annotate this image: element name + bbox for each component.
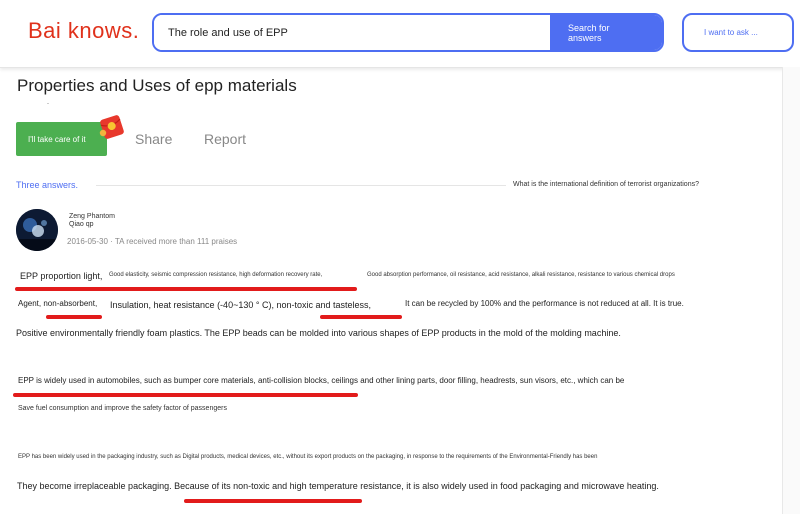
red-underline <box>184 499 362 503</box>
answers-count: Three answers. <box>16 180 79 190</box>
user-name: Zeng Phantom <box>69 213 115 220</box>
answer-line-1a: EPP proportion light, <box>20 271 103 281</box>
avatar-image <box>16 209 58 251</box>
red-underline <box>320 315 402 319</box>
ask-question-button[interactable]: I want to ask ... <box>682 13 794 52</box>
answer-line-1c: Good absorption performance, oil resista… <box>367 272 675 278</box>
red-underline <box>15 287 357 291</box>
answer-line-4: EPP is widely used in automobiles, such … <box>18 376 625 385</box>
answer-line-6: EPP has been widely used in the packagin… <box>18 454 598 460</box>
red-underline <box>46 315 102 319</box>
report-button[interactable]: Report <box>204 131 246 147</box>
search-bar: Search for answers <box>152 13 664 52</box>
answer-line-2b: Insulation, heat resistance (-40~130 ° C… <box>110 300 371 310</box>
user-handle: Qiao qp <box>69 221 94 228</box>
answer-line-2a: Agent, non-absorbent, <box>18 299 98 308</box>
scrollbar-track[interactable] <box>783 67 800 514</box>
search-button[interactable]: Search for answers <box>550 15 662 50</box>
red-underline <box>13 393 358 397</box>
search-input[interactable] <box>154 15 550 50</box>
answers-divider <box>96 185 506 186</box>
answer-line-3: Positive environmentally friendly foam p… <box>16 328 621 338</box>
answer-line-5: Save fuel consumption and improve the sa… <box>18 405 227 412</box>
related-question-link[interactable]: What is the international definition of … <box>513 181 699 188</box>
red-envelope-icon[interactable] <box>97 112 127 142</box>
answer-line-1b: Good elasticity, seismic compression res… <box>109 272 323 278</box>
site-logo[interactable]: Bai knows. <box>28 18 139 44</box>
divider-dot <box>47 103 49 104</box>
avatar[interactable] <box>16 209 58 251</box>
take-care-button[interactable]: I'll take care of it <box>16 122 107 156</box>
top-header: Bai knows. Search for answers I want to … <box>0 0 800 68</box>
answerer-name[interactable]: Zeng Phantom Qiao qp <box>69 213 115 229</box>
question-title: Properties and Uses of epp materials <box>17 76 297 95</box>
answer-meta: 2016-05-30 · TA received more than 111 p… <box>67 237 238 246</box>
share-button[interactable]: Share <box>135 131 172 147</box>
answer-line-2c: It can be recycled by 100% and the perfo… <box>405 299 684 308</box>
answer-line-7: They become irreplaceable packaging. Bec… <box>17 481 659 491</box>
